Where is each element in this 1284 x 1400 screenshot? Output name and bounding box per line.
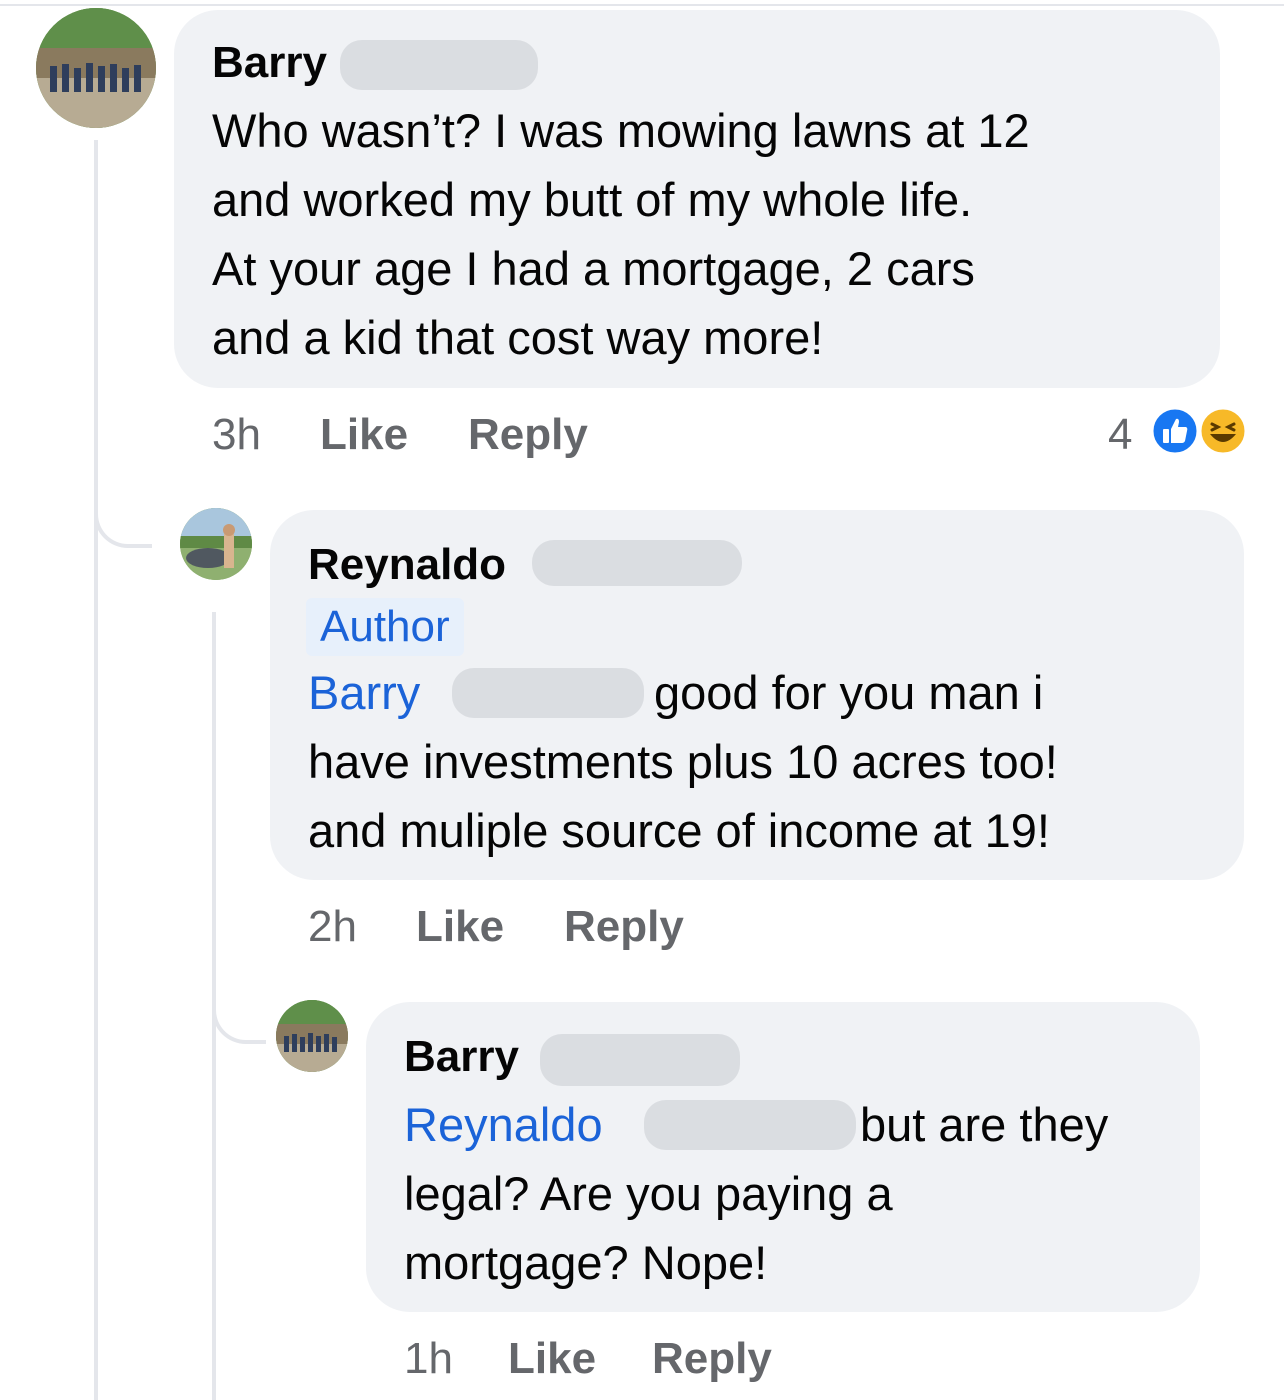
comment-actions: 2h Like Reply	[308, 902, 908, 952]
redacted-name	[340, 40, 538, 90]
reaction-count[interactable]: 4	[1108, 410, 1132, 460]
reply-button[interactable]: Reply	[652, 1334, 772, 1384]
comment-text-line: and worked my butt of my whole life.	[212, 173, 973, 226]
comment-text-line: good for you man i	[654, 666, 1044, 719]
like-button[interactable]: Like	[320, 410, 408, 460]
timestamp[interactable]: 2h	[308, 902, 357, 952]
comment-text-line: but are they	[860, 1098, 1109, 1151]
avatar[interactable]	[276, 1000, 348, 1072]
comment-text-line: mortgage? Nope!	[404, 1236, 768, 1289]
redacted-name	[452, 668, 644, 718]
thread-line-main	[94, 140, 98, 1400]
comment-author[interactable]: Barry	[404, 1032, 519, 1082]
like-button[interactable]: Like	[416, 902, 504, 952]
timestamp[interactable]: 1h	[404, 1334, 453, 1384]
thread-connector-1	[94, 480, 152, 548]
comment-text-line: and muliple source of income at 19!	[308, 804, 1050, 857]
like-icon	[1150, 406, 1200, 456]
haha-icon	[1198, 406, 1248, 456]
author-badge: Author	[306, 598, 464, 656]
redacted-name	[532, 540, 742, 586]
thread-connector-2	[212, 980, 266, 1044]
comment-actions: 3h Like Reply	[212, 410, 812, 460]
mention-link[interactable]: Reynaldo	[404, 1090, 603, 1159]
comment-author[interactable]: Reynaldo	[308, 540, 506, 590]
reply-button[interactable]: Reply	[564, 902, 684, 952]
redacted-name	[644, 1100, 856, 1150]
redacted-name	[540, 1034, 740, 1086]
comment-text-line: and a kid that cost way more!	[212, 311, 824, 364]
comment-text-line: Who wasn’t? I was mowing lawns at 12	[212, 104, 1030, 157]
comment-text-line: legal? Are you paying a	[404, 1167, 893, 1220]
comment-text-line: have investments plus 10 acres too!	[308, 735, 1058, 788]
timestamp[interactable]: 3h	[212, 410, 261, 460]
comment-actions: 1h Like Reply	[404, 1334, 1004, 1384]
top-divider	[0, 4, 1284, 6]
comment-text-line: At your age I had a mortgage, 2 cars	[212, 242, 975, 295]
avatar[interactable]	[180, 508, 252, 580]
mention-link[interactable]: Barry	[308, 658, 420, 727]
reply-button[interactable]: Reply	[468, 410, 588, 460]
comment-author[interactable]: Barry	[212, 38, 327, 88]
like-button[interactable]: Like	[508, 1334, 596, 1384]
avatar[interactable]	[36, 8, 156, 128]
